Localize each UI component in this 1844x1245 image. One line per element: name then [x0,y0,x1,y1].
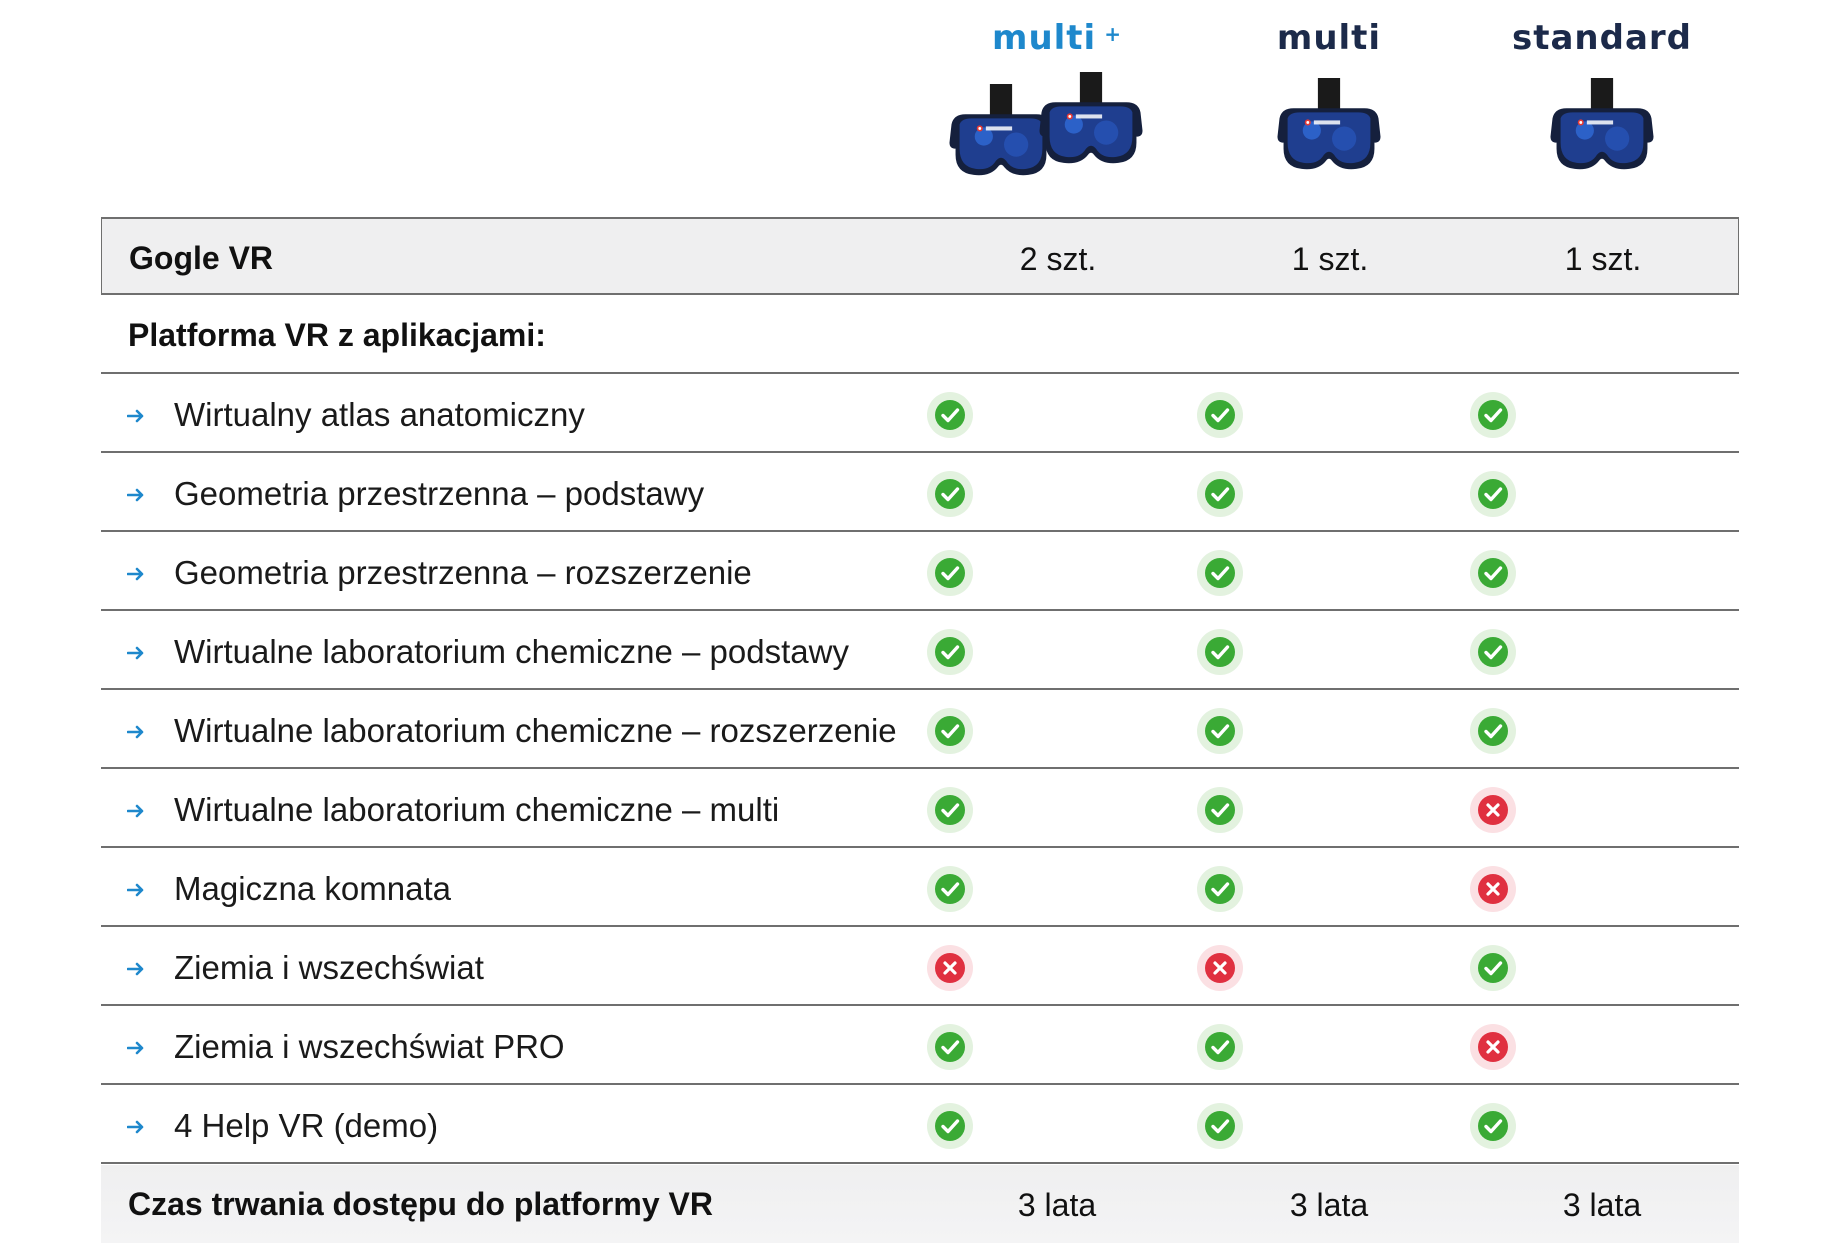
cross-icon [1470,787,1516,833]
plan-name-text: multi [992,18,1097,58]
arrow-right-icon [126,962,145,976]
access-value-multi: 3 lata [1289,1187,1369,1223]
check-icon [1197,629,1243,675]
plan-name: multi + [937,18,1177,58]
access-row: Czas trwania dostępu do platformy VR 3 l… [101,1165,1739,1243]
vr-headset-icon [1039,72,1143,164]
goggles-label: Gogle VR [129,240,274,276]
access-label: Czas trwania dostępu do platformy VR [128,1186,713,1222]
check-icon [1197,1103,1243,1149]
goggles-row: Gogle VR 2 szt. 1 szt. 1 szt. [101,217,1739,295]
check-icon [1470,629,1516,675]
headset-image [1482,78,1722,200]
check-icon [927,629,973,675]
check-icon [927,392,973,438]
app-row: 4 Help VR (demo) [101,1086,1739,1164]
check-icon [1470,550,1516,596]
app-name: 4 Help VR (demo) [174,1107,439,1144]
headset-image [937,72,1177,200]
check-icon [1197,787,1243,833]
check-icon [1197,550,1243,596]
check-icon [1197,1024,1243,1070]
check-icon [1197,392,1243,438]
vr-headset-icon [1277,78,1381,170]
app-row: Wirtualne laboratorium chemiczne – multi [101,770,1739,848]
plan-header-standard: standard [1482,0,1722,210]
arrow-right-icon [126,883,145,897]
arrow-right-icon [126,1041,145,1055]
check-icon [927,708,973,754]
check-icon [927,1024,973,1070]
app-name: Magiczna komnata [174,870,451,907]
app-name: Ziemia i wszechświat PRO [174,1028,565,1065]
access-value-multi-plus: 3 lata [1017,1187,1097,1223]
arrow-right-icon [126,409,145,423]
goggles-value-multi: 1 szt. [1291,241,1369,277]
app-row: Ziemia i wszechświat [101,928,1739,1006]
app-name: Wirtualne laboratorium chemiczne – multi [174,791,780,828]
check-icon [1470,1103,1516,1149]
cross-icon [1470,866,1516,912]
app-row: Geometria przestrzenna – podstawy [101,454,1739,532]
check-icon [1197,471,1243,517]
check-icon [1470,945,1516,991]
app-row: Wirtualny atlas anatomiczny [101,375,1739,453]
plan-plus-sign: + [1104,22,1122,46]
plan-name-text: multi [1276,18,1382,58]
cross-icon [1197,945,1243,991]
plan-header-multi: multi [1209,0,1449,210]
arrow-right-icon [126,1120,145,1134]
check-icon [1470,708,1516,754]
access-value-standard: 3 lata [1562,1187,1642,1223]
arrow-right-icon [126,567,145,581]
app-name: Geometria przestrzenna – podstawy [174,475,705,512]
app-name: Wirtualne laboratorium chemiczne – podst… [174,633,849,670]
check-icon [1197,866,1243,912]
plan-header-multi-plus: multi + [937,0,1177,210]
app-name: Wirtualne laboratorium chemiczne – rozsz… [174,712,897,749]
cross-icon [1470,1024,1516,1070]
goggles-value-multi-plus: 2 szt. [1019,241,1097,277]
plan-name: standard [1482,18,1722,58]
app-row: Magiczna komnata [101,849,1739,927]
check-icon [1470,392,1516,438]
app-row: Wirtualne laboratorium chemiczne – rozsz… [101,691,1739,769]
app-row: Ziemia i wszechświat PRO [101,1007,1739,1085]
goggles-value-standard: 1 szt. [1564,241,1642,277]
plan-name: multi [1209,18,1449,58]
platform-heading-row: Platforma VR z aplikacjami: [101,296,1739,374]
headset-image [1209,78,1449,200]
arrow-right-icon [126,725,145,739]
app-name: Ziemia i wszechświat [174,949,484,986]
arrow-right-icon [126,488,145,502]
check-icon [927,866,973,912]
check-icon [1197,708,1243,754]
arrow-right-icon [126,804,145,818]
plan-name-text: standard [1511,18,1693,58]
app-name: Wirtualny atlas anatomiczny [174,396,585,433]
app-name: Geometria przestrzenna – rozszerzenie [174,554,752,591]
cross-icon [927,945,973,991]
app-row: Wirtualne laboratorium chemiczne – podst… [101,612,1739,690]
check-icon [927,1103,973,1149]
check-icon [927,550,973,596]
check-icon [927,471,973,517]
app-row: Geometria przestrzenna – rozszerzenie [101,533,1739,611]
check-icon [927,787,973,833]
check-icon [1470,471,1516,517]
platform-heading: Platforma VR z aplikacjami: [128,317,546,353]
vr-headset-icon [1550,78,1654,170]
arrow-right-icon [126,646,145,660]
